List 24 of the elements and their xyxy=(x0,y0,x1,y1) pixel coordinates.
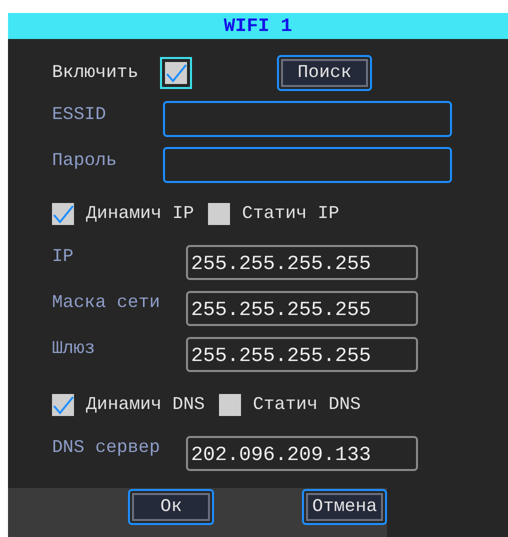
window-title: WIFI 1 xyxy=(8,13,508,39)
field-label: IP xyxy=(52,247,75,267)
checkbox[interactable] xyxy=(165,62,187,84)
field-label: Маска сети xyxy=(52,293,162,313)
search-button[interactable]: Поиск xyxy=(277,55,372,91)
field-label: Шлюз xyxy=(52,339,96,359)
checkbox[interactable] xyxy=(52,394,74,416)
input-field[interactable] xyxy=(163,101,452,137)
checkbox-label: Статич IP xyxy=(242,204,340,224)
input-field[interactable]: 255.255.255.255 xyxy=(186,337,418,372)
input-field[interactable]: 255.255.255.255 xyxy=(186,291,418,326)
enable-label: Включить xyxy=(52,63,140,83)
input-field[interactable]: 202.096.209.133 xyxy=(186,436,418,471)
cancel-button[interactable]: Отмена xyxy=(302,489,387,525)
checkbox-label: Динамич DNS xyxy=(86,395,205,415)
input-field[interactable] xyxy=(163,147,452,183)
field-label: ESSID xyxy=(52,105,108,125)
checkbox-label: Динамич IP xyxy=(86,204,194,224)
checkbox[interactable] xyxy=(52,203,74,225)
checkbox-label: Статич DNS xyxy=(252,395,361,415)
ok-button[interactable]: Ок xyxy=(128,489,214,525)
field-label: Пароль xyxy=(52,151,118,171)
field-label: DNS сервер xyxy=(52,438,162,458)
input-field[interactable]: 255.255.255.255 xyxy=(186,245,418,280)
